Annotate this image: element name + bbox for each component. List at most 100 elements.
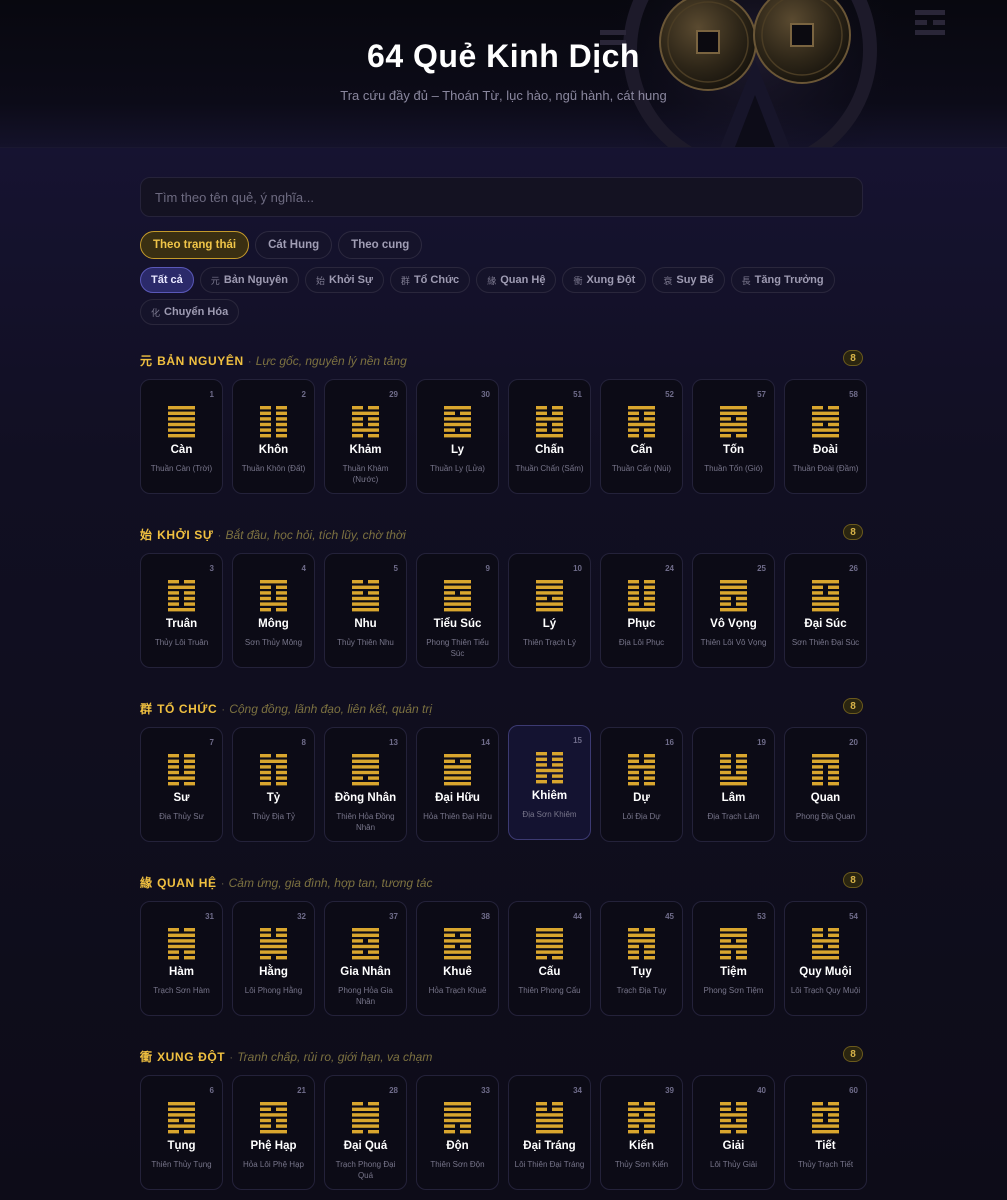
yang-line (536, 580, 563, 584)
yin-line-segment (276, 585, 287, 589)
hexagram-card[interactable]: 14 Đại Hữu Hỏa Thiên Đại Hữu (416, 727, 499, 842)
yin-line-segment (812, 406, 823, 410)
hexagram-card[interactable]: 29 Khảm Thuần Khảm (Nước) (324, 379, 407, 494)
yin-line-segment (260, 933, 271, 937)
search-input[interactable] (140, 177, 863, 217)
filter-suy-be[interactable]: 衰 Suy Bế (652, 267, 725, 293)
yin-line-segment (720, 956, 731, 960)
hexagram-full-name: Sơn Thiên Đại Súc (791, 638, 860, 647)
yin-line-segment (628, 585, 639, 589)
tab-theo-cung[interactable]: Theo cung (338, 231, 423, 259)
hexagram-card[interactable]: 57 Tốn Thuần Tốn (Gió) (692, 379, 775, 494)
hexagram-card[interactable]: 33 Độn Thiên Sơn Độn (416, 1075, 499, 1190)
hexagram-card[interactable]: 32 Hằng Lôi Phong Hằng (232, 901, 315, 1016)
yin-line-segment (736, 759, 747, 763)
filter-label: Tổ Chức (413, 274, 460, 286)
hexagram-card[interactable]: 15 Khiêm Địa Sơn Khiêm (508, 725, 591, 840)
filter-label: Khởi Sự (329, 274, 373, 286)
yin-line-segment (260, 422, 271, 427)
hexagram-icon (352, 1102, 379, 1134)
hexagram-card[interactable]: 38 Khuê Hỏa Trạch Khuê (416, 901, 499, 1016)
yin-line-segment (168, 928, 179, 932)
hexagram-card[interactable]: 9 Tiểu Súc Phong Thiên Tiểu Súc (416, 553, 499, 668)
hexagram-full-name: Thiên Sơn Độn (430, 1160, 485, 1169)
hexagram-card[interactable]: 20 Quan Phong Địa Quan (784, 727, 867, 842)
filter-label: Bản Nguyên (223, 274, 288, 286)
hexagram-card[interactable]: 16 Dự Lôi Địa Dự (600, 727, 683, 842)
hexagram-icon (352, 406, 379, 438)
hexagram-card[interactable]: 53 Tiệm Phong Sơn Tiệm (692, 901, 775, 1016)
hexagram-card[interactable]: 13 Đồng Nhân Thiên Hỏa Đồng Nhân (324, 727, 407, 842)
hexagram-card[interactable]: 52 Cấn Thuần Cấn (Núi) (600, 379, 683, 494)
hexagram-card[interactable]: 51 Chấn Thuần Chấn (Sấm) (508, 379, 591, 494)
hexagram-card[interactable]: 24 Phục Địa Lôi Phục (600, 553, 683, 668)
tab-cat-hung[interactable]: Cát Hung (255, 231, 333, 259)
hexagram-card[interactable]: 8 Tỷ Thủy Địa Tỷ (232, 727, 315, 842)
yang-line (720, 411, 747, 415)
hexagram-card[interactable]: 30 Ly Thuần Ly (Lửa) (416, 379, 499, 494)
yin-line-segment (736, 596, 747, 601)
yin-line-segment (276, 422, 287, 427)
hexagram-name: Độn (446, 1140, 469, 1152)
filter-to-chuc[interactable]: 群 Tổ Chức (389, 267, 471, 293)
yin-line-segment (644, 1113, 655, 1117)
filter-glyph: 元 (210, 275, 220, 286)
filter-tang-truong[interactable]: 長 Tăng Trưởng (730, 267, 835, 293)
hexagram-card[interactable]: 21 Phệ Hạp Hỏa Lôi Phệ Hạp (232, 1075, 315, 1190)
hexagram-card[interactable]: 5 Nhu Thủy Thiên Nhu (324, 553, 407, 668)
filter-xung-dot[interactable]: 衝 Xung Đột (562, 267, 647, 293)
yin-line-segment (368, 776, 379, 780)
filter-all[interactable]: Tất cả (140, 267, 194, 293)
hexagram-number: 39 (665, 1086, 674, 1095)
filter-quan-he[interactable]: 緣 Quan Hệ (476, 267, 557, 293)
filter-khoi-su[interactable]: 始 Khởi Sự (305, 267, 384, 293)
tab-theo-trang-thai[interactable]: Theo trạng thái (140, 231, 250, 259)
yin-line-segment (260, 434, 271, 438)
filter-chuyen-hoa[interactable]: 化 Chuyển Hóa (140, 299, 240, 325)
yin-line-segment (828, 933, 839, 937)
hexagram-card[interactable]: 4 Mông Sơn Thủy Mông (232, 553, 315, 668)
yin-line-segment (276, 956, 287, 960)
hexagram-card[interactable]: 19 Lâm Địa Trạch Lâm (692, 727, 775, 842)
yang-line (444, 782, 471, 786)
hexagram-card[interactable]: 60 Tiết Thủy Trạch Tiết (784, 1075, 867, 1190)
hexagram-card[interactable]: 39 Kiển Thủy Sơn Kiển (600, 1075, 683, 1190)
hexagram-card[interactable]: 25 Vô Vọng Thiên Lôi Vô Vọng (692, 553, 775, 668)
yin-line-segment (276, 411, 287, 415)
yin-line-segment (536, 780, 547, 784)
hexagram-card[interactable]: 44 Cấu Thiên Phong Cấu (508, 901, 591, 1016)
yin-line-segment (552, 406, 563, 410)
hexagram-full-name: Thuần Ly (Lửa) (430, 464, 485, 473)
yin-line-segment (184, 602, 195, 606)
hexagram-card[interactable]: 6 Tụng Thiên Thủy Tụng (140, 1075, 223, 1190)
hexagram-card[interactable]: 54 Quy Muội Lôi Trạch Quy Muội (784, 901, 867, 1016)
view-tabs: Theo trạng thái Cát Hung Theo cung (140, 231, 423, 259)
yang-line (352, 770, 379, 775)
filter-ban-nguyen[interactable]: 元 Bản Nguyên (199, 267, 299, 293)
yin-line-segment (536, 752, 547, 756)
hexagram-card[interactable]: 34 Đại Tráng Lôi Thiên Đại Tráng (508, 1075, 591, 1190)
yin-line-segment (720, 759, 731, 763)
yin-line-segment (720, 1102, 731, 1106)
hexagram-card[interactable]: 1 Càn Thuần Càn (Trời) (140, 379, 223, 494)
hexagram-card[interactable]: 58 Đoài Thuần Đoài (Đầm) (784, 379, 867, 494)
hexagram-card[interactable]: 37 Gia Nhân Phong Hỏa Gia Nhân (324, 901, 407, 1016)
yin-line-segment (828, 1118, 839, 1123)
yin-line-segment (260, 411, 271, 415)
yin-line-segment (168, 956, 179, 960)
hexagram-card[interactable]: 45 Tụy Trạch Địa Tụy (600, 901, 683, 1016)
hexagram-card[interactable]: 31 Hàm Trạch Sơn Hàm (140, 901, 223, 1016)
category-filters: Tất cả 元 Bản Nguyên 始 Khởi Sự 群 Tổ Chức 緣 Qu… (140, 267, 863, 325)
hexagram-card[interactable]: 28 Đại Quá Trạch Phong Đại Quá (324, 1075, 407, 1190)
hexagram-name: Đoài (813, 444, 838, 456)
hexagram-card[interactable]: 26 Đại Súc Sơn Thiên Đại Súc (784, 553, 867, 668)
hexagram-card[interactable]: 3 Truân Thủy Lôi Truân (140, 553, 223, 668)
yin-line-segment (444, 944, 455, 949)
yin-line-segment (460, 933, 471, 937)
hexagram-card[interactable]: 10 Lý Thiên Trạch Lý (508, 553, 591, 668)
hexagram-card[interactable]: 2 Khôn Thuần Khôn (Đất) (232, 379, 315, 494)
hexagram-name: Truân (165, 618, 198, 630)
hexagram-card[interactable]: 40 Giải Lôi Thủy Giải (692, 1075, 775, 1190)
hexagram-card[interactable]: 7 Sư Địa Thủy Sư (140, 727, 223, 842)
filter-glyph: 群 (400, 275, 410, 286)
